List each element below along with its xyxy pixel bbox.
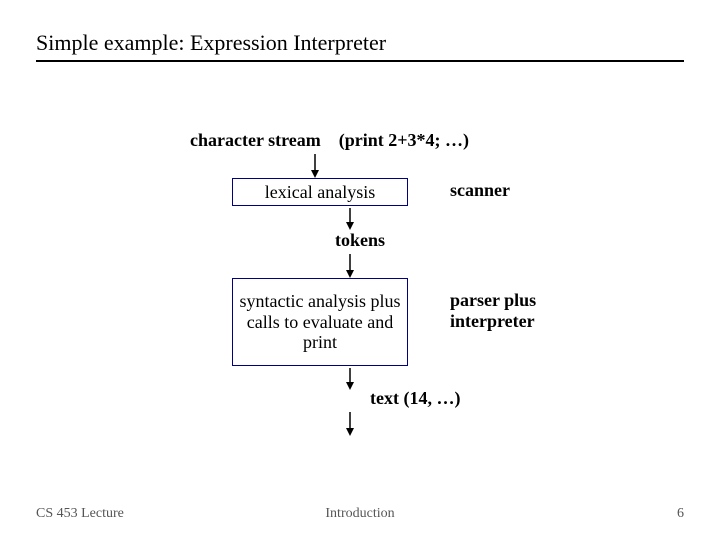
stage-lexical-box: lexical analysis bbox=[232, 178, 408, 206]
output-label: text (14, …) bbox=[370, 388, 460, 409]
arrow-down-icon bbox=[345, 412, 355, 436]
input-row: character stream (print 2+3*4; …) bbox=[190, 130, 469, 151]
stage-lexical-label: lexical analysis bbox=[265, 182, 375, 203]
input-example: (print 2+3*4; …) bbox=[339, 130, 469, 150]
stage-syntactic-box: syntactic analysis plus calls to evaluat… bbox=[232, 278, 408, 366]
arrow-down-icon bbox=[310, 154, 320, 178]
input-label: character stream bbox=[190, 130, 321, 150]
tokens-label: tokens bbox=[335, 230, 385, 251]
footer-center: Introduction bbox=[325, 506, 394, 522]
stage-syntactic-side-line2: interpreter bbox=[450, 311, 535, 331]
stage-syntactic-side: parser plus interpreter bbox=[450, 290, 536, 331]
slide-title: Simple example: Expression Interpreter bbox=[36, 30, 684, 58]
stage-syntactic-label: syntactic analysis plus calls to evaluat… bbox=[239, 291, 401, 353]
slide-header: Simple example: Expression Interpreter bbox=[36, 30, 684, 62]
arrow-down-icon bbox=[345, 208, 355, 230]
title-underline bbox=[36, 60, 684, 62]
footer-left: CS 453 Lecture bbox=[36, 506, 124, 522]
stage-lexical-side: scanner bbox=[450, 180, 510, 201]
arrow-down-icon bbox=[345, 368, 355, 390]
slide-footer: CS 453 Lecture Introduction 6 bbox=[36, 506, 684, 522]
footer-page-number: 6 bbox=[677, 506, 684, 522]
arrow-down-icon bbox=[345, 254, 355, 278]
stage-syntactic-side-line1: parser plus bbox=[450, 290, 536, 310]
